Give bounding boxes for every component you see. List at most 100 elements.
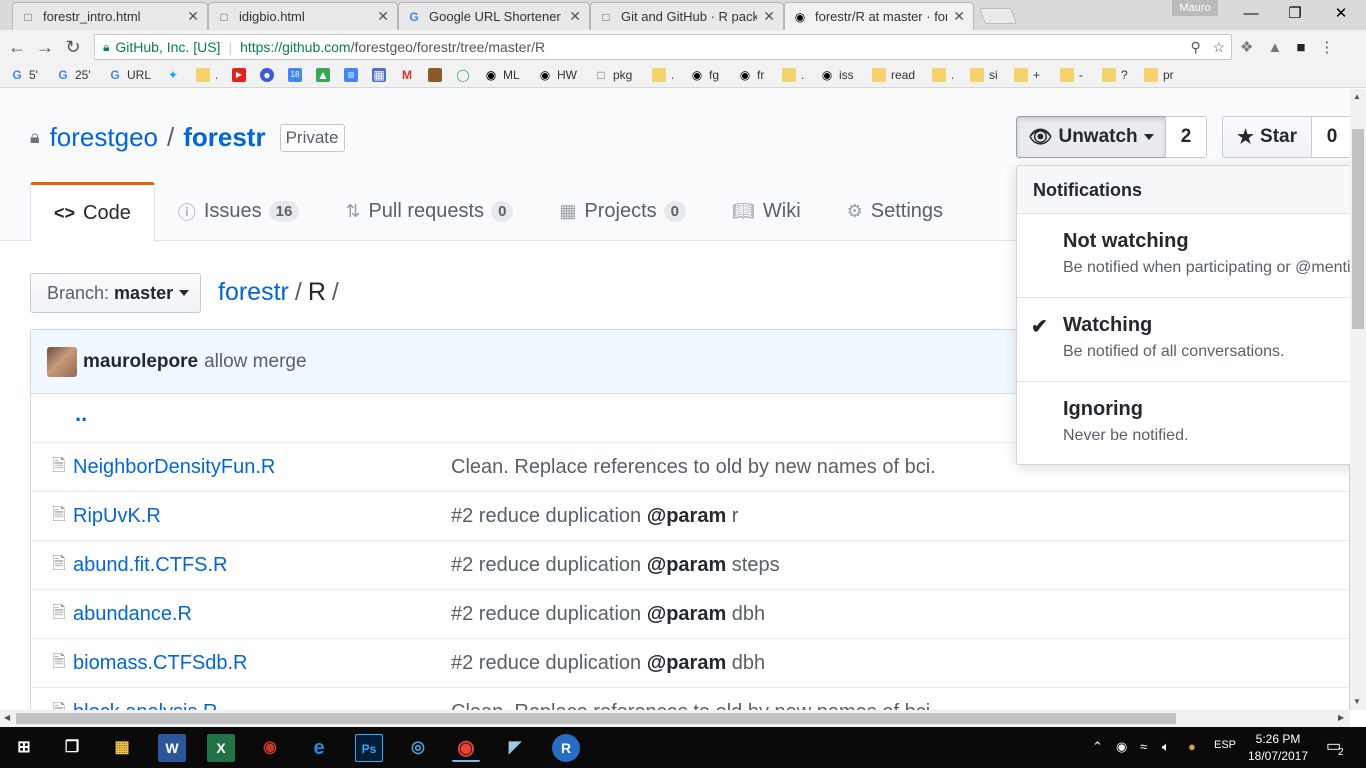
- commit-message-link[interactable]: #2 reduce duplication @param dbh: [451, 603, 765, 626]
- watchers-count[interactable]: 2: [1165, 116, 1207, 158]
- language-indicator[interactable]: ESP: [1214, 739, 1236, 751]
- bookmark-twitter[interactable]: ✦: [166, 68, 185, 82]
- bookmark-fg[interactable]: ◉ fg: [690, 68, 719, 82]
- vertical-scrollbar[interactable]: ▲ ▼: [1350, 89, 1366, 710]
- app-icon[interactable]: ◤: [501, 734, 529, 762]
- scrollbar-thumb[interactable]: [1352, 129, 1364, 329]
- media-icon[interactable]: ◎: [404, 734, 432, 762]
- tab-settings[interactable]: ⚙ Settings: [824, 182, 966, 241]
- forward-icon[interactable]: →: [34, 36, 56, 58]
- bookmark-plus[interactable]: +: [1014, 68, 1040, 82]
- bookmark-feedly[interactable]: ◯: [456, 68, 475, 82]
- close-icon[interactable]: ✕: [763, 8, 775, 25]
- bookmark-gmail[interactable]: M: [400, 68, 419, 82]
- file-name-link[interactable]: NeighborDensityFun.R: [73, 456, 451, 479]
- drive-icon[interactable]: ▲: [1267, 39, 1296, 56]
- scrollbar-thumb[interactable]: [16, 713, 1176, 724]
- bookmark-question[interactable]: ?: [1102, 68, 1128, 82]
- bookmark-folder[interactable]: .: [652, 68, 674, 82]
- close-icon[interactable]: ✕: [187, 8, 199, 25]
- edge-icon[interactable]: e: [305, 734, 333, 762]
- commit-message-link[interactable]: #2 reduce duplication @param r: [451, 505, 738, 528]
- close-icon[interactable]: ✕: [953, 8, 965, 25]
- commit-message[interactable]: allow merge: [204, 351, 306, 373]
- browser-tab-3[interactable]: G Google URL Shortener ✕: [398, 2, 590, 30]
- new-tab-button[interactable]: [979, 8, 1017, 24]
- bookmark-maps[interactable]: ▲: [316, 68, 335, 82]
- volume-icon[interactable]: 🔈︎: [1162, 739, 1170, 755]
- bookmark-docs[interactable]: ≡: [344, 68, 363, 82]
- excel-icon[interactable]: X: [207, 734, 235, 762]
- star-button[interactable]: ★ Star: [1222, 116, 1312, 158]
- bookmark-ml[interactable]: ◉ ML: [484, 68, 520, 82]
- bookmark-url[interactable]: G URL: [108, 68, 151, 82]
- option-not-watching[interactable]: Not watching Be notified when participat…: [1017, 214, 1350, 298]
- tab-issues[interactable]: ⓘ Issues 16: [155, 182, 323, 241]
- bookmark-iss[interactable]: ◉ iss: [820, 68, 854, 82]
- option-watching[interactable]: ✔ Watching Be notified of all conversati…: [1017, 298, 1350, 382]
- clock[interactable]: 5:26 PM 18/07/2017: [1238, 731, 1318, 765]
- unwatch-button[interactable]: 👁︎ Unwatch: [1016, 116, 1166, 158]
- bookmark-youtube[interactable]: ▶: [232, 68, 251, 82]
- horizontal-scrollbar[interactable]: ◀ ▶: [0, 710, 1350, 727]
- zoom-icon[interactable]: ⚲: [1191, 39, 1201, 55]
- profile-name[interactable]: Mauro: [1172, 0, 1218, 16]
- scroll-right-icon[interactable]: ▶: [1338, 713, 1344, 722]
- bookmark-box[interactable]: [428, 68, 447, 82]
- bookmark-folder[interactable]: .: [782, 68, 804, 82]
- chevron-up-icon[interactable]: ⌃: [1092, 739, 1103, 755]
- network-globe-icon[interactable]: ◉: [1116, 739, 1127, 755]
- commit-message-link[interactable]: #2 reduce duplication @param steps: [451, 554, 780, 577]
- bookmark-star-icon[interactable]: ☆: [1212, 39, 1225, 55]
- file-name-link[interactable]: block.analysis.R: [73, 701, 451, 711]
- extension-icon[interactable]: ■: [1296, 39, 1319, 56]
- bookmark-si[interactable]: si: [970, 68, 998, 82]
- word-icon[interactable]: W: [158, 734, 186, 762]
- tab-pull-requests[interactable]: ⇅ Pull requests 0: [322, 182, 536, 241]
- bookmark-minus[interactable]: -: [1060, 68, 1083, 82]
- bookmark-pkg[interactable]: □ pkg: [594, 68, 632, 82]
- branch-selector[interactable]: Branch: master: [30, 273, 201, 313]
- bookmark-google-25[interactable]: G 25': [56, 68, 90, 82]
- minimize-icon[interactable]: —: [1228, 0, 1274, 28]
- bookmark-account[interactable]: ●: [260, 68, 279, 82]
- windows-start-icon[interactable]: ⊞: [10, 734, 38, 762]
- dropbox-icon[interactable]: ❖: [1240, 39, 1267, 56]
- commit-message-link[interactable]: #2 reduce duplication @param dbh: [451, 652, 765, 675]
- stargazers-count[interactable]: 0: [1311, 116, 1350, 158]
- tab-wiki[interactable]: 📖︎ Wiki: [709, 182, 824, 241]
- option-ignoring[interactable]: Ignoring Never be notified.: [1017, 382, 1350, 466]
- scroll-up-icon[interactable]: ▲: [1353, 92, 1361, 101]
- commit-author[interactable]: maurolepore: [83, 351, 198, 373]
- bookmark-folder[interactable]: .: [196, 68, 218, 82]
- close-icon[interactable]: ✕: [377, 8, 389, 25]
- bookmark-google-5[interactable]: G 5': [10, 68, 38, 82]
- commit-message-link[interactable]: Clean. Replace references to old by new …: [451, 456, 936, 479]
- menu-icon[interactable]: ⋮: [1319, 39, 1348, 56]
- scroll-down-icon[interactable]: ▼: [1353, 697, 1361, 706]
- task-view-icon[interactable]: ❐: [58, 734, 86, 762]
- tab-code[interactable]: <> Code: [30, 182, 155, 242]
- bookmark-sites[interactable]: ▦: [372, 68, 391, 82]
- avatar[interactable]: [47, 346, 77, 377]
- close-icon[interactable]: ✕: [569, 8, 581, 25]
- close-window-icon[interactable]: ✕: [1318, 0, 1364, 28]
- browser-tab-2[interactable]: □ idigbio.html ✕: [208, 2, 398, 30]
- repo-name-link[interactable]: forestr: [183, 122, 265, 153]
- file-name-link[interactable]: abund.fit.CTFS.R: [73, 554, 451, 577]
- breadcrumb-root-link[interactable]: forestr: [218, 278, 289, 306]
- bookmark-hw[interactable]: ◉ HW: [538, 68, 577, 82]
- file-name-link[interactable]: biomass.CTFSdb.R: [73, 652, 451, 675]
- r-icon[interactable]: R: [552, 734, 580, 762]
- back-icon[interactable]: ←: [6, 36, 28, 58]
- scroll-left-icon[interactable]: ◀: [4, 713, 10, 722]
- address-bar[interactable]: 🔒︎ GitHub, Inc. [US] | https://github.co…: [94, 34, 1232, 60]
- app-icon[interactable]: ◉: [256, 734, 284, 762]
- reload-icon[interactable]: ↻: [62, 36, 84, 58]
- bookmark-folder[interactable]: .: [932, 68, 954, 82]
- browser-tab-active[interactable]: ◉ forestr/R at master · fore ✕: [784, 2, 974, 30]
- repo-owner-link[interactable]: forestgeo: [50, 122, 158, 153]
- bookmark-pr[interactable]: pr: [1144, 68, 1174, 82]
- file-explorer-icon[interactable]: ▦: [108, 734, 136, 762]
- browser-tab-4[interactable]: □ Git and GitHub · R packa ✕: [590, 2, 784, 30]
